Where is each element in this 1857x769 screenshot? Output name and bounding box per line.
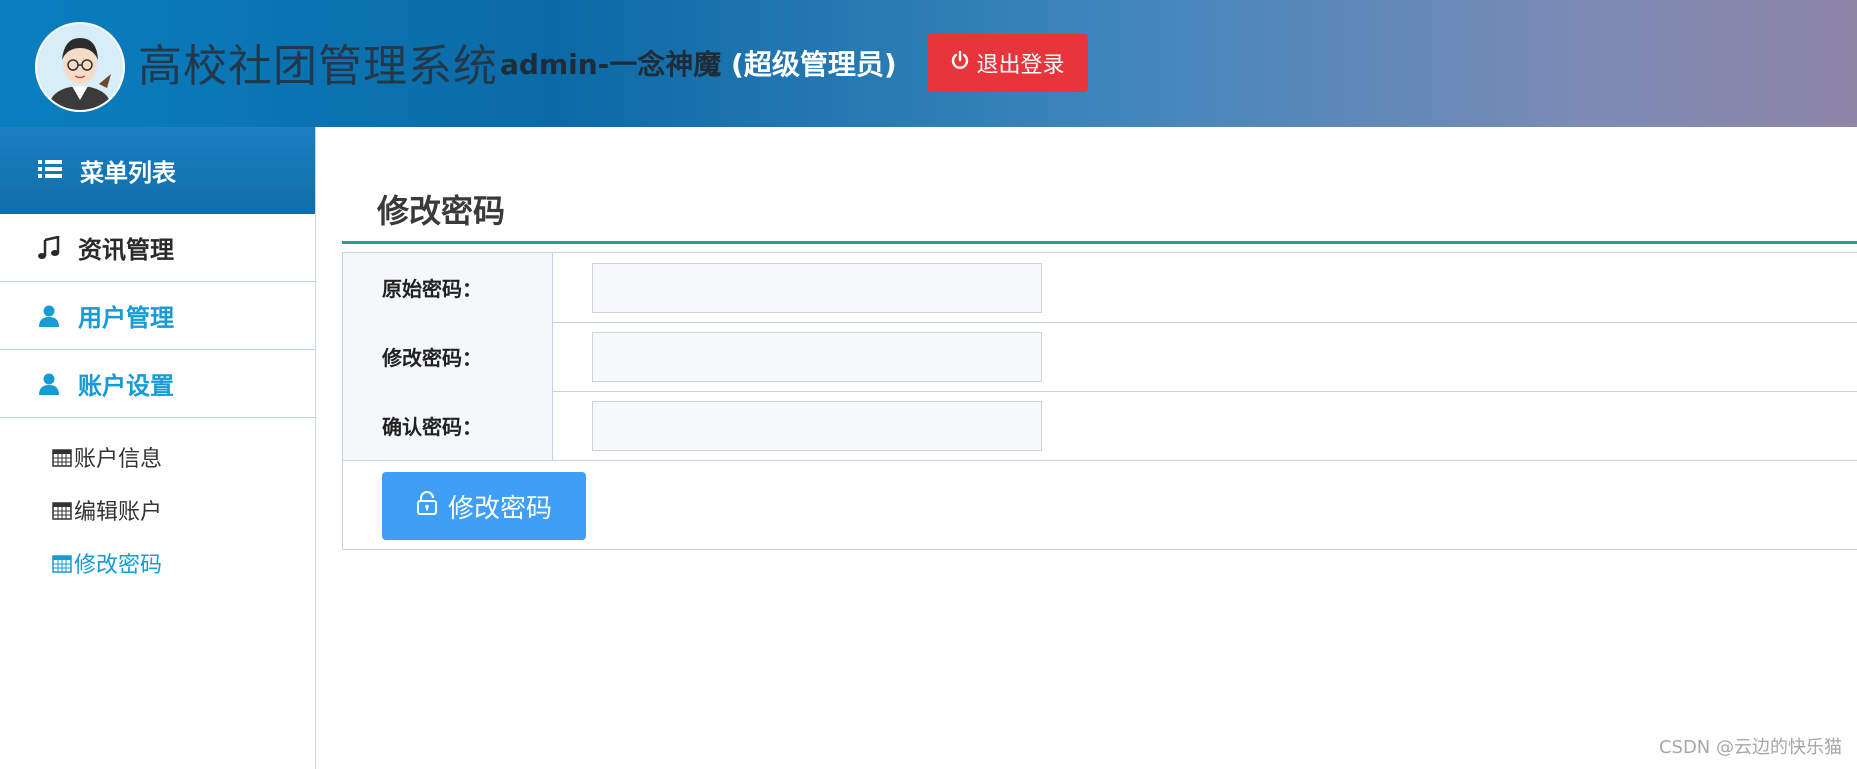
password-form: 原始密码： 修改密码： 确认密码： 修改密码	[342, 252, 1857, 550]
watermark: CSDN @云边的快乐猫	[1658, 737, 1842, 758]
field-label: 修改密码：	[343, 322, 553, 391]
menu-title: 菜单列表	[80, 159, 176, 187]
form-row-new-password: 修改密码：	[343, 322, 1857, 392]
music-note-icon	[38, 235, 60, 260]
sidebar: 菜单列表 资讯管理 用户管理 账户设置 账户信息 编辑账户 修改密码	[0, 127, 316, 769]
list-icon	[38, 157, 62, 185]
logout-button[interactable]: 退出登录	[927, 34, 1088, 92]
subitem-change-password[interactable]: 修改密码	[0, 536, 315, 589]
page-title: 修改密码	[377, 192, 506, 230]
sidebar-item-account-settings[interactable]: 账户设置	[0, 350, 315, 418]
confirm-password-input[interactable]	[592, 401, 1042, 451]
form-row-confirm-password: 确认密码：	[343, 391, 1857, 461]
user-role: (超级管理员)	[731, 48, 897, 81]
sidebar-item-news[interactable]: 资讯管理	[0, 214, 315, 282]
sidebar-item-label: 资讯管理	[78, 236, 174, 264]
calendar-icon	[52, 447, 72, 467]
menu-header: 菜单列表	[0, 127, 315, 214]
subitem-label: 修改密码	[74, 552, 163, 578]
account-submenu: 账户信息 编辑账户 修改密码	[0, 418, 315, 589]
subitem-edit-account[interactable]: 编辑账户	[0, 483, 315, 536]
field-label: 原始密码：	[343, 253, 553, 322]
field-label: 确认密码：	[343, 391, 553, 460]
user-icon	[38, 305, 60, 327]
lock-icon	[416, 490, 438, 522]
new-password-input[interactable]	[592, 332, 1042, 382]
sidebar-item-users[interactable]: 用户管理	[0, 282, 315, 350]
user-info: admin-一念神魔 (超级管理员)	[500, 43, 897, 83]
avatar	[35, 22, 125, 112]
header: 高校社团管理系统 admin-一念神魔 (超级管理员) 退出登录	[0, 0, 1857, 127]
calendar-icon	[52, 553, 72, 573]
subitem-label: 编辑账户	[74, 499, 163, 525]
title-divider	[342, 241, 1857, 244]
change-password-label: 修改密码	[447, 493, 552, 524]
app-title: 高校社团管理系统	[138, 41, 498, 92]
sidebar-item-label: 账户设置	[78, 372, 174, 400]
original-password-input[interactable]	[592, 263, 1042, 313]
sidebar-item-label: 用户管理	[78, 304, 174, 332]
logout-label: 退出登录	[976, 53, 1065, 78]
change-password-button[interactable]: 修改密码	[382, 472, 586, 540]
form-row-original-password: 原始密码：	[343, 253, 1857, 323]
user-icon	[38, 373, 60, 395]
user-name: admin-一念神魔	[500, 48, 722, 81]
calendar-icon	[52, 500, 72, 520]
subitem-account-info[interactable]: 账户信息	[0, 430, 315, 483]
power-icon	[950, 50, 970, 76]
subitem-label: 账户信息	[74, 446, 163, 472]
